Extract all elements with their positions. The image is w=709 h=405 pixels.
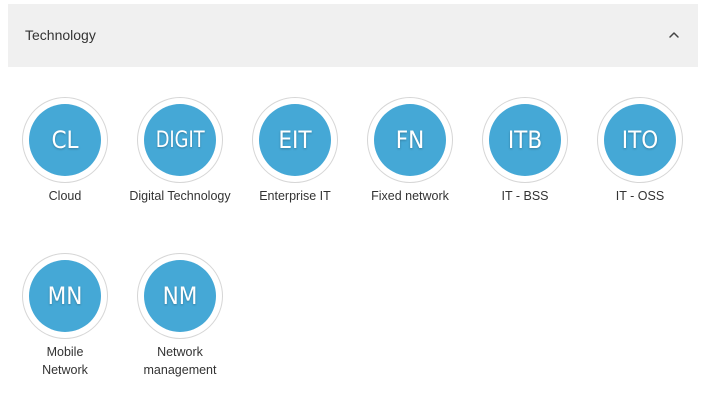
tile-label: Digital Technology	[129, 189, 231, 203]
tile-abbr: ITO	[621, 126, 659, 154]
tile-abbr: DIGIT	[155, 127, 205, 153]
tile-label: Mobile Network	[42, 345, 88, 377]
tile-circle: FN	[367, 97, 453, 183]
tile-label: Network management	[143, 345, 217, 377]
tile-circle: EIT	[252, 97, 338, 183]
tile-abbr: ITB	[507, 126, 543, 154]
tile-circle: ITB	[482, 97, 568, 183]
technology-grid: CL Cloud DIGIT Digital Technology EIT En…	[0, 0, 709, 405]
tile-abbr: EIT	[278, 126, 312, 154]
tile-abbr: NM	[162, 282, 198, 310]
tile-label: Fixed network	[371, 189, 449, 203]
tile-abbr: FN	[395, 126, 425, 154]
tile-circle: MN	[22, 253, 108, 339]
tile-label: IT - BSS	[501, 189, 549, 203]
tile-abbr: CL	[51, 126, 79, 154]
tile-label: Enterprise IT	[259, 189, 331, 203]
tile-label: IT - OSS	[615, 189, 665, 203]
tile-circle: CL	[22, 97, 108, 183]
tile-circle: DIGIT	[137, 97, 223, 183]
technology-panel: Technology CL Cloud DIGIT Digital Techno…	[0, 0, 709, 405]
tile-circle: NM	[137, 253, 223, 339]
tile-label: Cloud	[48, 189, 82, 203]
tile-abbr: MN	[47, 282, 83, 310]
tile-circle: ITO	[597, 97, 683, 183]
